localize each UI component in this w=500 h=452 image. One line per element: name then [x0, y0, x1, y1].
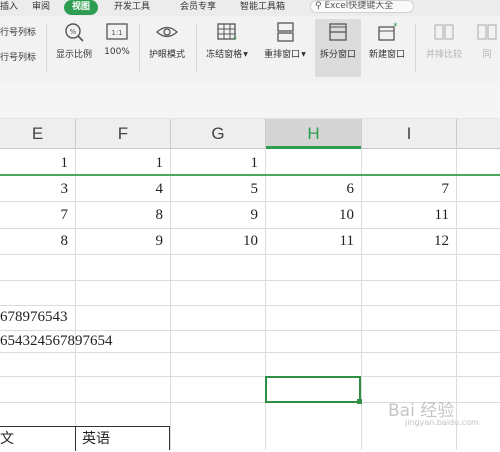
cell-h2[interactable]: 6 [266, 176, 361, 202]
display-ratio-label: 显示比例 [55, 50, 92, 60]
sync-scroll-label: 同 [482, 50, 492, 60]
cell-e2[interactable]: 3 [0, 176, 75, 202]
column-header-g[interactable]: G [171, 119, 265, 149]
row-col-headers-option-1[interactable]: 行号列标 [0, 25, 36, 38]
column-header-e[interactable]: E [0, 119, 75, 149]
cell-f1[interactable]: 1 [76, 150, 170, 176]
tab-view[interactable]: 视图 [64, 0, 99, 15]
grid-line [456, 149, 457, 450]
grid-line [0, 280, 500, 281]
column-divider [456, 119, 457, 149]
cell-e4[interactable]: 8 [0, 228, 75, 254]
cell-h4[interactable]: 11 [266, 228, 361, 254]
cell-h3[interactable]: 10 [266, 202, 361, 228]
eye-protection-label: 护眼模式 [148, 50, 185, 60]
column-divider [75, 119, 76, 149]
selected-cell[interactable] [265, 376, 361, 403]
new-window-label: 新建窗口 [368, 50, 405, 60]
cell-f2[interactable]: 4 [76, 176, 170, 202]
eye-protection-button[interactable]: 护眼模式 [144, 22, 190, 60]
svg-text:*: * [233, 35, 237, 42]
freeze-panes-button[interactable]: * 冻结窗格▼ [201, 22, 253, 60]
formula-area [0, 82, 500, 119]
cell-i2[interactable]: 7 [362, 176, 456, 202]
cell-e3[interactable]: 7 [0, 202, 75, 228]
cell-long-value-1[interactable]: 678976543 [0, 304, 260, 330]
side-by-side-button[interactable]: 并排比较 [420, 22, 468, 60]
table-header-english[interactable]: 英语 [76, 426, 170, 452]
fill-handle[interactable] [357, 399, 362, 404]
tab-membership[interactable]: 会员专享 [180, 0, 216, 15]
cell-g3[interactable]: 9 [171, 202, 265, 228]
eye-icon [156, 26, 178, 38]
svg-text:%: % [70, 28, 77, 36]
column-divider [361, 119, 362, 149]
new-window-button[interactable]: * 新建窗口 [364, 22, 410, 60]
column-divider [265, 119, 266, 149]
cell-g1[interactable]: 1 [171, 150, 265, 176]
zoom-100-label: 100% [104, 47, 130, 57]
ribbon-separator [46, 24, 47, 72]
rearrange-windows-button[interactable]: 重排窗口▼ [258, 22, 312, 60]
column-header-h[interactable]: H [266, 119, 361, 149]
grid-line [0, 376, 500, 377]
cell-i4[interactable]: 12 [362, 228, 456, 254]
ribbon-separator [139, 24, 140, 72]
row-col-headers-option-2[interactable]: 行号列标 [0, 50, 36, 63]
rearrange-windows-label: 重排窗口 [264, 50, 301, 60]
search-box[interactable]: ⚲ Excel快捷键大全 [310, 0, 414, 13]
svg-text:*: * [393, 22, 398, 32]
split-window-button[interactable]: 拆分窗口 [315, 19, 361, 77]
freeze-panes-label: 冻结窗格 [206, 50, 243, 60]
cell-g2[interactable]: 5 [171, 176, 265, 202]
tab-smart-toolbox[interactable]: 智能工具箱 [240, 0, 285, 15]
column-header-f[interactable]: F [76, 119, 170, 149]
display-ratio-button[interactable]: % 显示比例 [52, 22, 96, 60]
column-divider [170, 119, 171, 149]
tab-review[interactable]: 审阅 [32, 0, 50, 15]
side-by-side-label: 并排比较 [425, 50, 462, 60]
display-ratio-icon: % [65, 23, 84, 42]
sync-scroll-button[interactable]: 同 [474, 22, 500, 60]
zoom-100-button[interactable]: 1:1 100% [100, 22, 134, 57]
ribbon-separator [415, 24, 416, 72]
rearrange-windows-icon [277, 22, 294, 42]
search-icon: ⚲ [315, 1, 322, 11]
sync-scroll-icon [477, 24, 497, 40]
new-window-icon: * [378, 22, 398, 41]
split-window-icon [329, 23, 347, 41]
cell-f3[interactable]: 8 [76, 202, 170, 228]
side-by-side-icon [434, 24, 454, 40]
tab-developer[interactable]: 开发工具 [114, 0, 150, 15]
tab-insert[interactable]: 插入 [0, 0, 18, 15]
grid-line [0, 254, 500, 255]
table-header-chinese[interactable]: 文 [0, 426, 75, 452]
cell-e1[interactable]: 1 [0, 150, 75, 176]
svg-text:1:1: 1:1 [111, 29, 122, 37]
chevron-down-icon: ▼ [301, 51, 306, 58]
search-placeholder: Excel快捷键大全 [324, 1, 394, 11]
watermark-url: jingyan.baidu.com [405, 418, 479, 427]
cell-g4[interactable]: 10 [171, 228, 265, 254]
cell-long-value-2[interactable]: 654324567897654 [0, 328, 260, 354]
chevron-down-icon: ▼ [243, 51, 248, 58]
freeze-panes-icon: * [217, 23, 237, 42]
cell-f4[interactable]: 9 [76, 228, 170, 254]
ribbon-tab-bar: 插入 审阅 视图 开发工具 会员专享 智能工具箱 ⚲ Excel快捷键大全 [0, 0, 500, 16]
ribbon-toolbar: 行号列标 行号列标 % 显示比例 1:1 100% 护眼模式 * 冻结窗格▼ 重… [0, 16, 500, 82]
ribbon-separator [196, 24, 197, 72]
split-window-label: 拆分窗口 [319, 50, 356, 60]
cell-i3[interactable]: 11 [362, 202, 456, 228]
zoom-100-icon: 1:1 [106, 23, 128, 40]
column-header-i[interactable]: I [362, 119, 456, 149]
